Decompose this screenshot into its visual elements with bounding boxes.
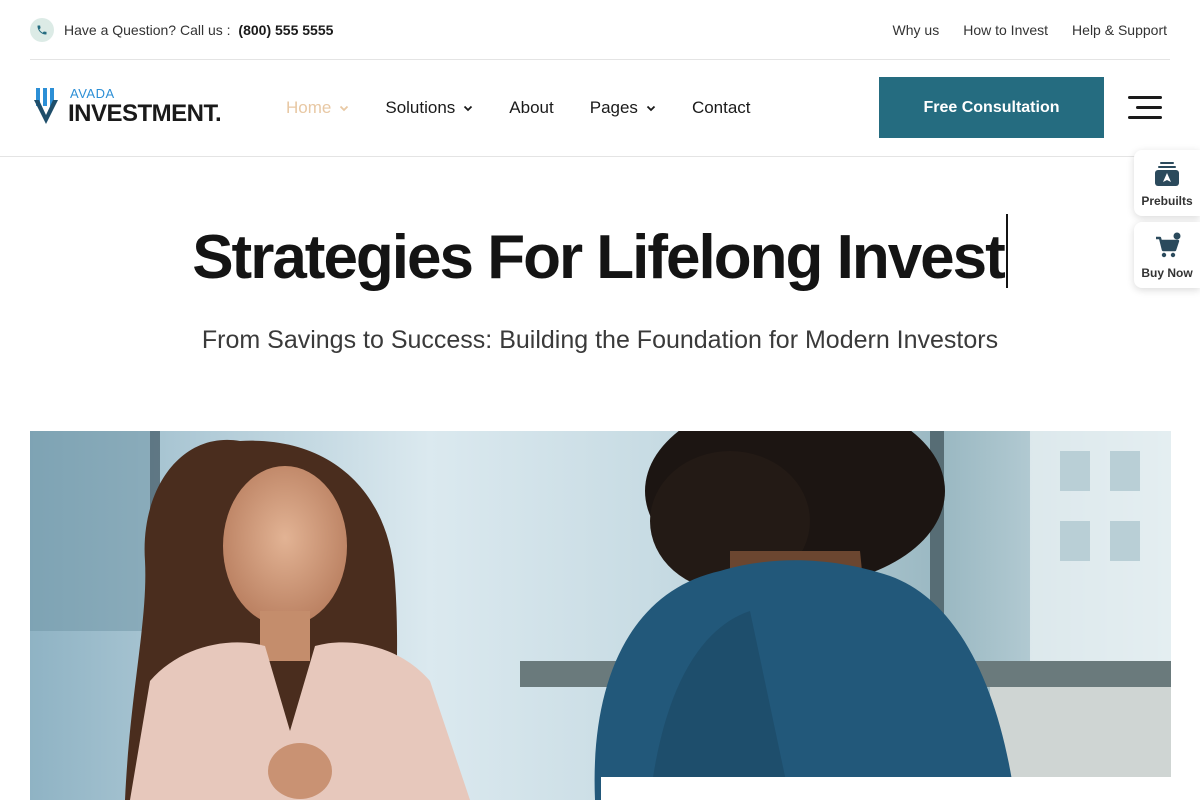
chevron-down-icon: [646, 105, 656, 112]
nav-item-label: About: [509, 98, 554, 117]
main-nav: Home Solutions About Pages Contact: [286, 60, 751, 156]
help-support-link[interactable]: Help & Support: [1072, 22, 1167, 38]
prebuilts-label: Prebuilts: [1141, 194, 1193, 208]
hamburger-menu-icon[interactable]: [1128, 96, 1162, 120]
free-consultation-button[interactable]: Free Consultation: [879, 77, 1104, 138]
nav-item-about[interactable]: About: [509, 98, 553, 118]
prebuilts-widget[interactable]: Prebuilts: [1134, 150, 1200, 216]
nav-item-solutions[interactable]: Solutions: [385, 98, 473, 118]
how-to-invest-link[interactable]: How to Invest: [963, 22, 1048, 38]
logo-small-text: AVADA: [70, 86, 115, 101]
top-bar: Have a Question? Call us : (800) 555 555…: [30, 0, 1170, 60]
typing-cursor: [1005, 214, 1008, 288]
hero-title: Strategies For Lifelong Invest: [0, 214, 1200, 293]
why-us-link[interactable]: Why us: [893, 22, 940, 38]
nav-item-contact[interactable]: Contact: [692, 98, 751, 118]
site-logo[interactable]: AVADA INVESTMENT.: [34, 86, 224, 130]
question-text: Have a Question? Call us :: [64, 21, 231, 38]
nav-item-label: Solutions: [385, 98, 456, 117]
phone-icon: [30, 17, 54, 42]
logo-big-text: INVESTMENT.: [68, 100, 222, 127]
main-header: AVADA INVESTMENT. Home Solutions About P…: [0, 60, 1200, 157]
hero-title-text: Strategies For Lifelong Invest: [192, 223, 1006, 292]
phone-number-link[interactable]: (800) 555 5555: [238, 22, 333, 38]
content-card-edge: [601, 777, 1171, 800]
nav-item-label: Pages: [589, 98, 638, 117]
nav-item-pages[interactable]: Pages: [590, 98, 656, 118]
contact-info: Have a Question? Call us : (800) 555 555…: [30, 17, 333, 42]
hero-image: [30, 431, 1171, 800]
nav-item-home[interactable]: Home: [286, 98, 349, 118]
utility-links: Why us How to Invest Help & Support: [893, 22, 1170, 38]
chevron-down-icon: [464, 105, 473, 112]
nav-item-label: Contact: [691, 98, 751, 117]
nav-item-label: Home: [286, 98, 332, 117]
hero-subtitle: From Savings to Success: Building the Fo…: [201, 326, 999, 354]
stack-icon: [1155, 162, 1179, 186]
logo-mark-icon: [34, 88, 58, 124]
chevron-down-icon: [340, 105, 349, 112]
